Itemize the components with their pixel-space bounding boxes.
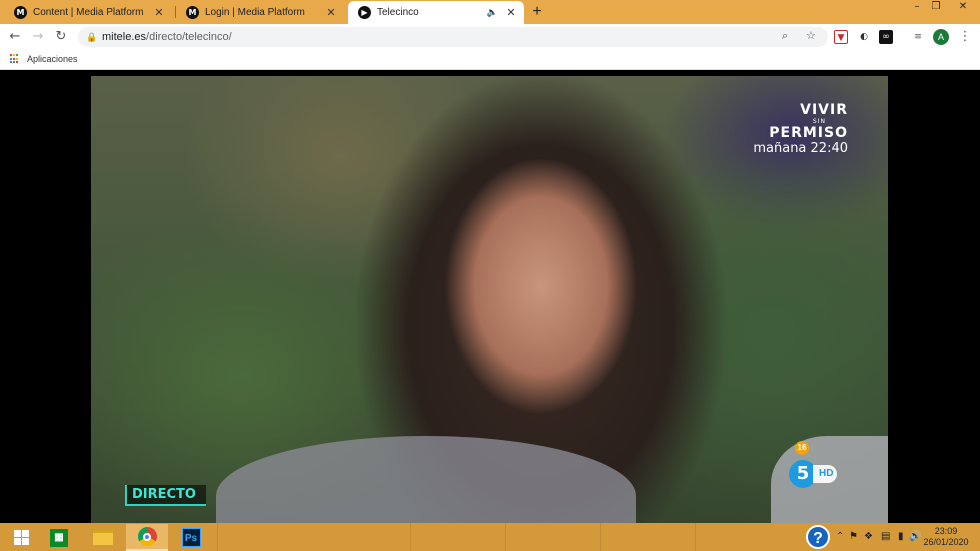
tab-label: Telecinco bbox=[377, 7, 419, 18]
tab-label: Content | Media Platform bbox=[33, 7, 144, 18]
photoshop-icon: Ps bbox=[181, 528, 201, 547]
media-platform-favicon-icon: M bbox=[14, 6, 27, 19]
reload-icon[interactable]: ↻ bbox=[52, 28, 70, 46]
close-tab-icon[interactable]: ✕ bbox=[504, 6, 518, 19]
bookmark-label: Aplicaciones bbox=[27, 54, 78, 64]
program-promo-overlay: VIVIR SIN PERMISO mañana 22:40 bbox=[753, 102, 848, 156]
reading-list-icon[interactable]: ≡ bbox=[911, 30, 925, 44]
taskbar-divider bbox=[410, 523, 411, 551]
url-text: mitele.es/directo/telecinco/ bbox=[102, 31, 232, 43]
telecinco-play-favicon-icon: ▶ bbox=[358, 6, 371, 19]
lock-icon: 🔒 bbox=[86, 32, 98, 42]
speaker-icon[interactable]: 🔈 bbox=[487, 7, 498, 18]
search-icon[interactable]: ⌕ bbox=[782, 29, 788, 43]
glasses-extension-icon[interactable]: ∞ bbox=[879, 30, 893, 44]
back-arrow-icon[interactable]: ← bbox=[6, 28, 24, 46]
taskbar-photoshop[interactable]: Ps bbox=[170, 524, 212, 551]
close-window-button[interactable]: ✕ bbox=[952, 0, 974, 16]
taskbar-divider bbox=[505, 523, 506, 551]
taskbar-store[interactable]: ▦ bbox=[38, 524, 80, 551]
bookmarks-bar: Aplicaciones bbox=[0, 50, 980, 70]
tab-content-media-platform[interactable]: M Content | Media Platform ✕ bbox=[4, 1, 172, 24]
system-clock[interactable]: 23:09 26/01/2020 bbox=[920, 526, 972, 548]
close-tab-icon[interactable]: ✕ bbox=[152, 6, 166, 19]
browser-titlebar: M Content | Media Platform ✕ M Login | M… bbox=[0, 0, 980, 24]
chrome-icon bbox=[137, 527, 157, 546]
live-badge: DIRECTO bbox=[125, 485, 206, 506]
taskbar-chrome[interactable] bbox=[126, 524, 168, 551]
address-bar[interactable]: 🔒 mitele.es/directo/telecinco/ ⌕ ☆ bbox=[78, 27, 828, 47]
store-icon: ▦ bbox=[50, 528, 68, 547]
forward-arrow-icon[interactable]: → bbox=[29, 28, 47, 46]
taskbar-file-explorer[interactable] bbox=[82, 524, 124, 551]
tab-login-media-platform[interactable]: M Login | Media Platform ✕ bbox=[176, 1, 344, 24]
hd-badge: HD bbox=[813, 465, 838, 483]
folder-icon bbox=[93, 530, 113, 545]
action-center-flag-icon[interactable]: ⚑ bbox=[849, 531, 858, 542]
windows-logo-icon bbox=[13, 530, 29, 545]
taskbar-divider bbox=[695, 523, 696, 551]
wifi-signal-icon[interactable]: ▮ bbox=[898, 531, 904, 542]
age-rating-badge: 16 bbox=[795, 441, 809, 455]
profile-avatar[interactable]: A bbox=[933, 29, 949, 45]
show-hidden-icons-icon[interactable]: ⌃ bbox=[836, 531, 844, 542]
channel-logo: 5 HD bbox=[789, 460, 838, 488]
help-icon[interactable]: ? bbox=[806, 525, 830, 549]
taskbar-divider bbox=[217, 523, 218, 551]
taskbar-divider bbox=[600, 523, 601, 551]
close-tab-icon[interactable]: ✕ bbox=[324, 6, 338, 19]
new-tab-button[interactable]: + bbox=[528, 3, 546, 21]
media-platform-favicon-icon: M bbox=[186, 6, 199, 19]
page-content: VIVIR SIN PERMISO mañana 22:40 DIRECTO 1… bbox=[0, 71, 980, 523]
video-frame-subject bbox=[216, 436, 636, 523]
tab-telecinco[interactable]: ▶ Telecinco 🔈 ✕ bbox=[348, 1, 524, 24]
apps-grid-icon bbox=[10, 54, 20, 64]
clock-time: 23:09 bbox=[934, 526, 958, 536]
clock-date: 26/01/2020 bbox=[923, 537, 969, 547]
menu-kebab-icon[interactable]: ⋮ bbox=[956, 28, 974, 46]
restore-button[interactable]: ❐ bbox=[925, 0, 947, 16]
start-button[interactable] bbox=[0, 524, 42, 551]
bookmark-apps[interactable]: Aplicaciones bbox=[10, 54, 78, 64]
network-icon[interactable]: ▤ bbox=[881, 531, 890, 542]
bookmark-star-icon[interactable]: ☆ bbox=[806, 29, 816, 42]
shield-extension-icon[interactable]: ◐ bbox=[857, 30, 871, 44]
browser-toolbar: ← → ↻ 🔒 mitele.es/directo/telecinco/ ⌕ ☆… bbox=[0, 24, 980, 50]
pocket-extension-icon[interactable]: ▼ bbox=[834, 30, 848, 44]
live-video-player[interactable]: VIVIR SIN PERMISO mañana 22:40 DIRECTO 1… bbox=[91, 76, 888, 523]
windows-taskbar: ▦ Ps ? ⌃ ⚑ ❖ ▤ ▮ 🔊 23:09 26/01/2020 bbox=[0, 523, 980, 551]
tab-label: Login | Media Platform bbox=[205, 7, 305, 18]
dropbox-icon[interactable]: ❖ bbox=[864, 531, 873, 542]
